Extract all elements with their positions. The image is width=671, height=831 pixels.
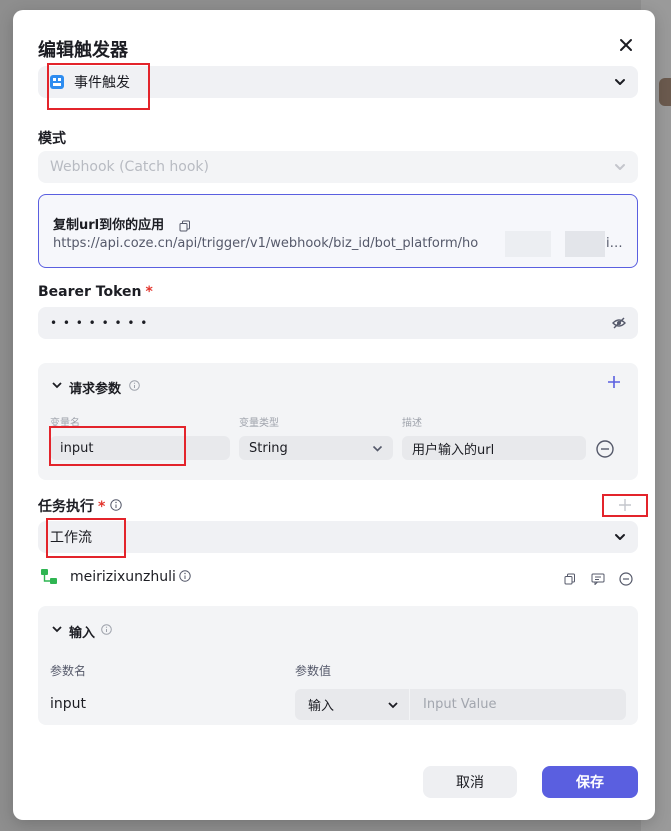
dialog-title: 编辑触发器	[38, 40, 128, 61]
mode-label: 模式	[38, 131, 66, 147]
input-value-placeholder: Input Value	[423, 697, 497, 712]
annotation-box-add-task	[602, 494, 648, 517]
param-type-value: String	[249, 440, 288, 456]
close-icon[interactable]	[617, 36, 635, 54]
copy-url-label: 复制url到你的应用	[53, 218, 165, 233]
annotation-box-task-type	[46, 518, 126, 558]
input-param-name: input	[50, 696, 87, 712]
workflow-icon	[41, 569, 59, 585]
request-params-title: 请求参数	[69, 382, 122, 397]
info-icon	[110, 499, 122, 511]
eye-off-icon[interactable]	[612, 316, 626, 330]
param-type-select[interactable]: String	[239, 436, 393, 460]
collapse-chevron-icon[interactable]	[52, 624, 62, 634]
required-mark: *	[98, 499, 106, 515]
webhook-url-text: https://api.coze.cn/api/trigger/v1/webho…	[53, 236, 479, 251]
mode-select: Webhook (Catch hook)	[38, 151, 638, 183]
input-source-select[interactable]: 输入	[295, 689, 409, 720]
chevron-down-icon	[614, 161, 626, 173]
save-button[interactable]: 保存	[542, 766, 638, 798]
chevron-down-icon	[387, 699, 399, 711]
chevron-down-icon	[614, 76, 626, 88]
copy-icon[interactable]	[564, 573, 576, 585]
column-header-description: 描述	[402, 418, 422, 429]
webhook-url-tail: i…	[606, 236, 623, 251]
annotation-box-trigger-type	[47, 63, 150, 110]
inputs-title: 输入	[69, 626, 96, 641]
task-execution-label: 任务执行 *	[38, 496, 105, 516]
mode-value: Webhook (Catch hook)	[50, 159, 209, 175]
task-type-select[interactable]: 工作流	[38, 521, 638, 553]
task-execution-label-text: 任务执行	[38, 499, 94, 515]
redacted-block	[565, 231, 605, 257]
chevron-down-icon	[372, 443, 383, 454]
edit-icon[interactable]	[591, 573, 605, 585]
column-header-param-name: 参数名	[50, 664, 87, 678]
column-header-param-value: 参数值	[295, 664, 332, 678]
edit-trigger-dialog: 编辑触发器 事件触发 模式 Webhook (Catch hook) 复制url…	[13, 10, 655, 820]
input-value-field[interactable]: Input Value	[410, 689, 626, 720]
annotation-box-param-name	[49, 426, 186, 466]
bearer-token-label: Bearer Token *	[38, 284, 153, 300]
copy-url-title: 复制url到你的应用	[53, 214, 191, 233]
bearer-token-label-text: Bearer Token	[38, 284, 142, 300]
chevron-down-icon	[614, 531, 626, 543]
redacted-block	[505, 231, 551, 257]
remove-workflow-icon[interactable]	[619, 572, 633, 586]
collapse-chevron-icon[interactable]	[52, 380, 62, 390]
add-param-button[interactable]	[607, 375, 621, 389]
workflow-name[interactable]: meirizixunzhuli	[70, 569, 176, 585]
info-icon	[101, 624, 112, 635]
inputs-card: 输入 参数名 参数值 input 输入 Input Value	[38, 606, 638, 725]
bearer-token-value: • • • • • • • •	[50, 316, 149, 330]
background-avatar	[659, 78, 671, 106]
cancel-button[interactable]: 取消	[423, 766, 517, 798]
info-icon	[179, 570, 191, 582]
column-header-type: 变量类型	[239, 418, 279, 429]
remove-param-icon[interactable]	[596, 440, 614, 458]
webhook-url-box: 复制url到你的应用 https://api.coze.cn/api/trigg…	[38, 194, 638, 268]
param-description-input[interactable]: 用户输入的url	[402, 436, 586, 460]
required-mark: *	[145, 284, 153, 300]
bearer-token-input[interactable]: • • • • • • • •	[38, 307, 638, 339]
copy-icon[interactable]	[179, 220, 191, 232]
param-description-value: 用户输入的url	[412, 442, 495, 458]
input-source-value: 输入	[308, 699, 335, 714]
info-icon	[129, 380, 140, 391]
